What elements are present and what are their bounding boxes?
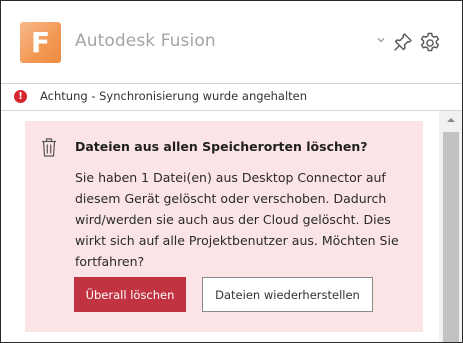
- app-logo: F: [20, 22, 61, 63]
- scrollbar-thumb[interactable]: [443, 132, 459, 342]
- scroll-up-arrow-icon[interactable]: [445, 115, 457, 125]
- trash-icon: [42, 138, 56, 157]
- alert-circle-icon: !: [14, 90, 27, 103]
- content-area: Dateien aus allen Speicherorten löschen?…: [1, 111, 439, 342]
- header: F Autodesk Fusion: [1, 1, 462, 83]
- status-bar: ! Achtung - Synchronisierung wurde angeh…: [1, 84, 462, 110]
- chevron-down-icon[interactable]: [375, 34, 387, 46]
- desktop-connector-window: F Autodesk Fusion ! Achtung - Synchronis…: [0, 0, 463, 343]
- pin-icon[interactable]: [392, 31, 414, 53]
- delete-confirmation-card: Dateien aus allen Speicherorten löschen?…: [25, 121, 423, 332]
- status-text: Achtung - Synchronisierung wurde angehal…: [40, 89, 308, 103]
- dialog-message: Sie haben 1 Datei(en) aus Desktop Connec…: [75, 170, 399, 269]
- app-title: Autodesk Fusion: [75, 31, 216, 51]
- delete-everywhere-button[interactable]: Überall löschen: [74, 277, 186, 312]
- gear-icon[interactable]: [418, 31, 442, 55]
- dialog-title: Dateien aus allen Speicherorten löschen?: [75, 139, 368, 154]
- restore-files-button[interactable]: Dateien wiederherstellen: [202, 277, 373, 312]
